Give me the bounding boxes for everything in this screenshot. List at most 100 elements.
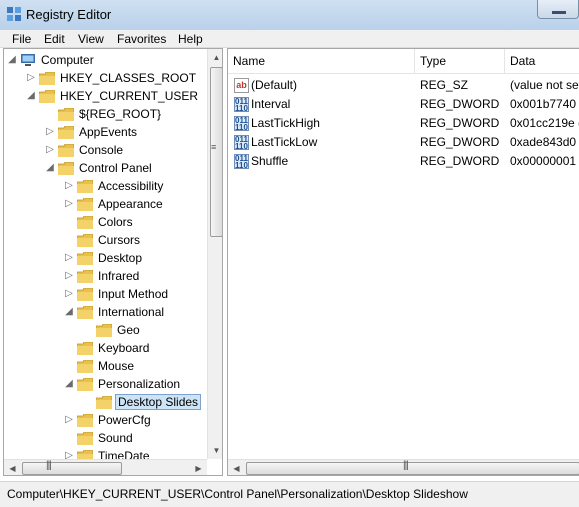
folder-icon (58, 108, 74, 121)
tree-item[interactable]: ▷ Console (4, 141, 207, 159)
tree-item[interactable]: ◢ HKEY_CURRENT_USER (4, 87, 207, 105)
binary-value-icon: 011 110 (234, 116, 249, 132)
tree-hscroll-thumb[interactable] (22, 462, 122, 475)
tree-item[interactable]: Geo (4, 321, 207, 339)
collapse-arrow-icon[interactable]: ◢ (63, 303, 75, 321)
tree-item[interactable]: Cursors (4, 231, 207, 249)
folder-icon (58, 144, 74, 157)
column-header-data[interactable]: Data (505, 49, 579, 74)
expand-arrow-icon[interactable]: ▷ (63, 285, 75, 303)
value-data: 0x01cc219e (3 (510, 116, 579, 130)
tree-vscroll-thumb[interactable] (210, 67, 222, 237)
tree-item[interactable]: ◢ International (4, 303, 207, 321)
expand-arrow-icon[interactable]: ▷ (63, 177, 75, 195)
collapse-arrow-icon[interactable]: ◢ (63, 375, 75, 393)
scroll-right-icon[interactable]: ▶ (190, 460, 207, 475)
status-path: Computer\HKEY_CURRENT_USER\Control Panel… (7, 487, 468, 501)
tree-item[interactable]: ▷ Desktop (4, 249, 207, 267)
scroll-left-icon[interactable]: ◀ (4, 460, 21, 475)
minimize-button[interactable] (537, 0, 579, 19)
folder-icon (77, 252, 93, 265)
key-tree-pane[interactable]: ◢ Computer ▷ HKEY_CLASSES_ROOT ◢ HKEY_CURRENT… (3, 48, 223, 476)
menu-view[interactable]: View (78, 32, 104, 46)
tree-item[interactable]: ${REG_ROOT} (4, 105, 207, 123)
collapse-arrow-icon[interactable]: ◢ (25, 87, 37, 105)
tree-item[interactable]: ▷ Input Method (4, 285, 207, 303)
tree-item-label: Control Panel (79, 161, 152, 175)
folder-icon (77, 378, 93, 391)
tree-item-label: Cursors (98, 233, 141, 247)
tree-item[interactable]: ◢ Control Panel (4, 159, 207, 177)
tree-item-label: Keyboard (98, 341, 150, 355)
list-item[interactable]: 011110Shuffle REG_DWORD 0x00000001 (1 (228, 152, 579, 171)
tree-item-label: Console (79, 143, 124, 157)
column-header-type[interactable]: Type (415, 49, 505, 74)
folder-icon (39, 72, 55, 85)
folder-icon (77, 270, 93, 283)
folder-icon (58, 162, 74, 175)
folder-icon (96, 396, 112, 409)
scroll-left-icon[interactable]: ◀ (228, 460, 245, 475)
collapse-arrow-icon[interactable]: ◢ (44, 159, 56, 177)
collapse-arrow-icon[interactable]: ◢ (6, 51, 18, 69)
tree-item[interactable]: Mouse (4, 357, 207, 375)
tree-item-label: ${REG_ROOT} (79, 107, 162, 121)
binary-value-icon: 011 110 (234, 97, 249, 113)
expand-arrow-icon[interactable]: ▷ (63, 267, 75, 285)
scroll-up-icon[interactable]: ▲ (208, 49, 222, 66)
list-item[interactable]: 011110LastTickHigh REG_DWORD 0x01cc219e (3 (228, 114, 579, 133)
tree-item[interactable]: Colors (4, 213, 207, 231)
value-type: REG_DWORD (420, 135, 500, 149)
list-item[interactable]: ab (Default) REG_SZ (value not set) (228, 76, 579, 95)
title-bar[interactable]: Registry Editor (0, 0, 579, 30)
list-horizontal-scrollbar[interactable]: ◀ ||| (228, 459, 579, 475)
value-name: LastTickLow (251, 135, 318, 149)
expand-arrow-icon[interactable]: ▷ (25, 69, 37, 87)
menu-file[interactable]: File (12, 32, 31, 46)
value-list-pane[interactable]: Name Type Data ab (Default) REG_SZ (value n… (227, 48, 579, 476)
menu-help[interactable]: Help (178, 32, 203, 46)
expand-arrow-icon[interactable]: ▷ (44, 123, 56, 141)
list-hscroll-thumb[interactable] (246, 462, 579, 475)
tree-item[interactable]: Keyboard (4, 339, 207, 357)
folder-icon (77, 432, 93, 445)
binary-value-icon: 011 110 (234, 154, 249, 170)
expand-arrow-icon[interactable]: ▷ (63, 195, 75, 213)
scroll-grip-icon: ||| (46, 460, 52, 471)
tree-item[interactable]: ▷ HKEY_CLASSES_ROOT (4, 69, 207, 87)
list-header: Name Type Data (228, 49, 579, 74)
tree-item[interactable]: Desktop Slides (4, 393, 207, 411)
tree-item[interactable]: ▷ Accessibility (4, 177, 207, 195)
value-type: REG_DWORD (420, 97, 500, 111)
string-value-icon: ab (234, 78, 249, 93)
menu-favorites[interactable]: Favorites (117, 32, 166, 46)
tree-item[interactable]: ▷ AppEvents (4, 123, 207, 141)
tree-item[interactable]: ◢ Personalization (4, 375, 207, 393)
tree-item[interactable]: Sound (4, 429, 207, 447)
scroll-grip-icon: ||| (403, 460, 409, 471)
tree-item-label: Colors (98, 215, 133, 229)
list-item[interactable]: 011110Interval REG_DWORD 0x001b7740 (1 (228, 95, 579, 114)
tree-item[interactable]: ▷ Infrared (4, 267, 207, 285)
scroll-grip-icon: ≡ (211, 142, 217, 152)
tree-item-label: Mouse (98, 359, 135, 373)
column-header-name[interactable]: Name (228, 49, 415, 74)
tree-item[interactable]: ▷ Appearance (4, 195, 207, 213)
value-name: LastTickHigh (251, 116, 320, 130)
tree-item[interactable]: ▷ PowerCfg (4, 411, 207, 429)
tree-vertical-scrollbar[interactable]: ▲ ≡ ▼ (207, 49, 222, 459)
tree-item-label: PowerCfg (98, 413, 151, 427)
expand-arrow-icon[interactable]: ▷ (63, 411, 75, 429)
scroll-down-icon[interactable]: ▼ (208, 442, 222, 459)
tree-item-label: Input Method (98, 287, 169, 301)
folder-icon (77, 216, 93, 229)
value-data: 0xade843d0 (2 (510, 135, 579, 149)
folder-icon (77, 288, 93, 301)
menu-edit[interactable]: Edit (44, 32, 65, 46)
tree-item-label: Sound (98, 431, 133, 445)
tree-horizontal-scrollbar[interactable]: ◀ ||| ▶ (4, 459, 207, 475)
expand-arrow-icon[interactable]: ▷ (63, 249, 75, 267)
tree-item[interactable]: ◢ Computer (4, 51, 207, 69)
expand-arrow-icon[interactable]: ▷ (44, 141, 56, 159)
list-item[interactable]: 011110LastTickLow REG_DWORD 0xade843d0 (2 (228, 133, 579, 152)
